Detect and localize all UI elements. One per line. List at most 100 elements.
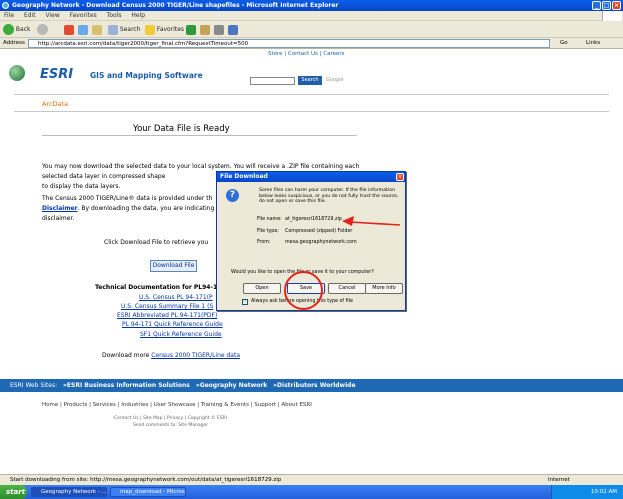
- footer-comments[interactable]: Send comments to: Site Manager: [133, 423, 208, 428]
- ie-logo-icon: [2, 2, 9, 9]
- dialog-title: File Download: [217, 172, 405, 182]
- from-label: From:: [257, 240, 271, 245]
- clock: 10:02 AM: [590, 489, 617, 495]
- back-label: Back: [15, 26, 31, 33]
- esri-sites-label: ESRI Web Sites:: [10, 382, 58, 389]
- page-title: Your Data File is Ready: [133, 124, 230, 134]
- section-title: ArcData: [42, 100, 69, 108]
- go-button[interactable]: Go: [560, 38, 568, 49]
- stop-icon: [64, 24, 74, 35]
- menu-tools[interactable]: Tools: [107, 12, 122, 19]
- toolbar: Back Search Favorites: [0, 21, 623, 38]
- footer-small-links[interactable]: Contact Us | Site Map | Privacy | Copyri…: [114, 416, 227, 421]
- disclaimer-text-3: disclaimer.: [42, 215, 75, 222]
- minimize-button[interactable]: _: [592, 1, 601, 10]
- start-button[interactable]: start: [0, 485, 27, 499]
- disclaimer-text: The Census 2000 TIGER/Line® data is prov…: [42, 195, 213, 202]
- footer-links[interactable]: Home | Products | Services | Industries …: [42, 402, 312, 408]
- favorites-label: Favorites: [156, 26, 185, 33]
- search-icon: [108, 24, 118, 35]
- home-button[interactable]: [92, 23, 102, 36]
- search-button[interactable]: Search: [108, 23, 141, 36]
- file-name-label: File name:: [257, 217, 282, 222]
- doc-link[interactable]: U.S. Census Summary File 1 (S: [121, 303, 213, 310]
- intro-text-end: to display the data layers.: [42, 183, 121, 190]
- more-info-button[interactable]: More Info: [365, 283, 403, 294]
- site-search-input[interactable]: [250, 77, 295, 85]
- tech-doc-heading: Technical Documentation for PL94-17: [95, 284, 222, 291]
- menu-bar: File Edit View Favorites Tools Help: [0, 11, 623, 21]
- menu-favorites[interactable]: Favorites: [70, 12, 97, 19]
- file-name-value: at_tigeresri1618729.zip: [285, 217, 342, 222]
- footer-small: Contact Us | Site Map | Privacy | Copyri…: [114, 415, 227, 429]
- esri-sites-bar: ESRI Web Sites: »ESRI Business Informati…: [0, 379, 623, 392]
- cancel-button[interactable]: Cancel: [328, 283, 366, 294]
- download-file-button[interactable]: Download File: [150, 260, 197, 272]
- menu-file[interactable]: File: [4, 12, 14, 19]
- from-value: mesa.geographynetwork.com: [285, 240, 357, 245]
- doc-link[interactable]: ESRI Abbreviated PL 94-171(PDF): [117, 312, 217, 319]
- window-titlebar: Geography Network - Download Census 2000…: [0, 0, 623, 11]
- taskbar-item-download[interactable]: map_download - Microso...: [110, 487, 186, 497]
- brand-logo[interactable]: ESRI: [40, 67, 73, 82]
- status-bar: Start downloading from site: http://mesa…: [0, 474, 623, 485]
- address-input[interactable]: http://arcdata.esri.com/data/tiger2000/t…: [28, 39, 550, 48]
- media-button[interactable]: [186, 23, 196, 36]
- back-button[interactable]: Back: [3, 23, 31, 36]
- divider: [14, 111, 609, 112]
- links-button[interactable]: Links: [586, 38, 600, 49]
- edit-icon: [228, 24, 238, 35]
- edit-button[interactable]: [228, 23, 238, 36]
- forward-arrow-icon: [37, 24, 48, 35]
- always-ask-checkbox[interactable]: ✓: [242, 299, 248, 305]
- maximize-button[interactable]: □: [602, 1, 611, 10]
- address-url: http://arcdata.esri.com/data/tiger2000/t…: [38, 41, 249, 47]
- globe-logo-icon: [9, 65, 25, 81]
- window-title: Geography Network - Download Census 2000…: [12, 2, 339, 9]
- system-tray: 10:02 AM: [551, 485, 623, 499]
- divider: [14, 94, 609, 95]
- dialog-close-button[interactable]: ×: [396, 173, 404, 181]
- divider: [42, 135, 357, 136]
- menu-edit[interactable]: Edit: [24, 12, 36, 19]
- mail-button[interactable]: [200, 23, 210, 36]
- menu-view[interactable]: View: [46, 12, 60, 19]
- site-top-nav[interactable]: Store | Contact Us | Careers: [268, 51, 345, 57]
- download-more-text: Download more: [102, 352, 150, 359]
- download-more-link[interactable]: Census 2000 TIGER/Line data: [151, 352, 240, 359]
- esri-site-link[interactable]: »ESRI Business Information Solutions: [63, 382, 190, 389]
- doc-link[interactable]: U.S. Census PL 94-171(P: [139, 294, 213, 301]
- media-icon: [186, 24, 196, 35]
- doc-link[interactable]: SF1 Quick Reference Guide: [140, 331, 222, 338]
- disclaimer-link[interactable]: Disclaimer: [42, 205, 78, 212]
- print-button[interactable]: [214, 23, 224, 36]
- doc-link[interactable]: PL 94-171 Quick Reference Guide: [122, 321, 223, 328]
- favorites-button[interactable]: Favorites: [145, 23, 184, 36]
- warning-text: Some files can harm your computer. If th…: [259, 188, 399, 205]
- open-button[interactable]: Open: [243, 283, 281, 294]
- esri-banner: ESRI GIS and Mapping Software Search Goo…: [0, 59, 623, 85]
- star-icon: [145, 24, 155, 35]
- google-logo: Google: [326, 77, 344, 83]
- home-icon: [92, 24, 102, 35]
- question-icon: ?: [226, 189, 239, 202]
- back-arrow-icon: [3, 24, 14, 35]
- refresh-button[interactable]: [78, 23, 88, 36]
- site-search-button[interactable]: Search: [298, 76, 322, 85]
- forward-button[interactable]: [37, 23, 48, 36]
- status-text: Start downloading from site: http://mesa…: [10, 477, 282, 483]
- mail-icon: [200, 24, 210, 35]
- close-button[interactable]: ×: [612, 1, 621, 10]
- esri-site-link[interactable]: »Geography Network: [196, 382, 267, 389]
- tagline: GIS and Mapping Software: [90, 71, 203, 80]
- annotation-arrow-icon: [342, 216, 401, 226]
- taskbar-item-browser[interactable]: Geography Network - ...: [31, 487, 107, 497]
- search-label: Search: [119, 26, 141, 33]
- disclaimer-text-2: . By downloading the data, you are indic…: [77, 205, 215, 212]
- stop-button[interactable]: [64, 23, 74, 36]
- menu-help[interactable]: Help: [131, 12, 145, 19]
- address-bar: Address http://arcdata.esri.com/data/tig…: [0, 38, 623, 49]
- address-label: Address: [3, 40, 25, 46]
- esri-site-link[interactable]: »Distributors Worldwide: [273, 382, 355, 389]
- download-more: Download more Census 2000 TIGER/Line dat…: [102, 352, 240, 359]
